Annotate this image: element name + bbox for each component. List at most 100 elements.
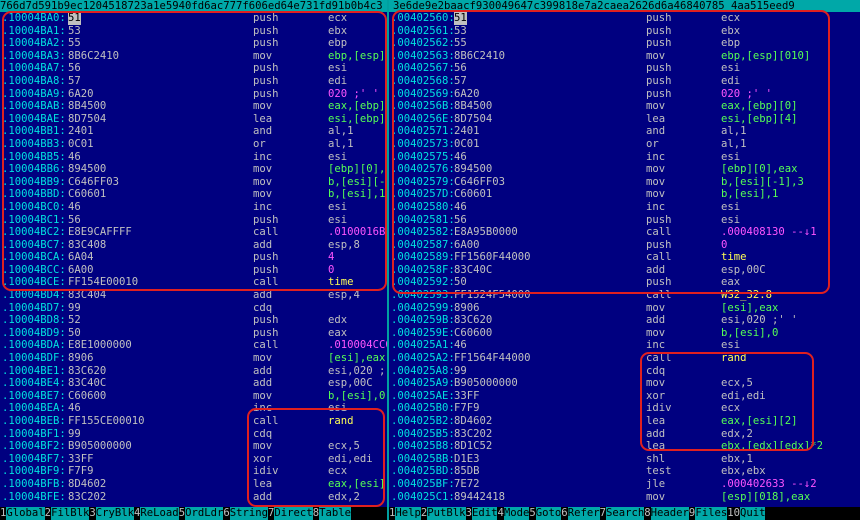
code-row[interactable]: .004025A9: B905000000 mov ecx,5 [389, 377, 860, 390]
code-row[interactable]: .10004BFE: 83C202 add edx,2 [0, 491, 387, 504]
code-row[interactable]: .00402582: E8A95B0000 call .000408130 --↓1 [389, 226, 860, 239]
code-row[interactable]: .10004BA0: 51 push ecx [0, 12, 387, 25]
code-row[interactable]: .00402599: 8906 mov [esi],eax [389, 302, 860, 315]
code-row[interactable]: .00402567: 56 push esi [389, 62, 860, 75]
code-row[interactable]: .10004BCC: 6A00 push 0 [0, 264, 387, 277]
function-key-goto[interactable]: 5Goto [529, 507, 562, 520]
code-row[interactable]: .10004BB3: 0C01 or al,1 [0, 138, 387, 151]
code-row[interactable]: .00402580: 46 inc esi [389, 201, 860, 214]
function-key-putblk[interactable]: 2PutBlk [420, 507, 466, 520]
code-row[interactable]: .00402581: 56 push esi [389, 214, 860, 227]
code-row[interactable]: .004025BF: 7E72 jle .000402633 --↓2 [389, 478, 860, 491]
code-row[interactable]: .10004BC1: 56 push esi [0, 214, 387, 227]
code-row[interactable]: .00402568: 57 push edi [389, 75, 860, 88]
function-key-global[interactable]: 1Global [0, 507, 45, 520]
code-row[interactable]: .10004BC2: E8E9CAFFFF call .0100016B0 [0, 226, 387, 239]
code-row[interactable]: .00402561: 53 push ebx [389, 25, 860, 38]
code-row[interactable]: .10004BF7: 33FF xor edi,edi [0, 453, 387, 466]
code-row[interactable]: .00402562: 55 push ebp [389, 37, 860, 50]
left-disassembly-pane[interactable]: 766d7d591b9ec1204518723a1e5940fd6ac777f6… [0, 0, 387, 520]
code-row[interactable]: .004025B0: F7F9 idiv ecx [389, 402, 860, 415]
code-row[interactable]: .10004BEA: 46 inc esi [0, 402, 387, 415]
code-row[interactable]: .10004BA3: 8B6C2410 mov ebp,[esp] [0, 50, 387, 63]
function-key-header[interactable]: 8Header [644, 507, 689, 520]
code-row[interactable]: .10004BF2: B905000000 mov ecx,5 [0, 440, 387, 453]
code-row[interactable]: .0040257D: C60601 mov b,[esi],1 [389, 188, 860, 201]
code-row[interactable]: .10004BD9: 50 push eax [0, 327, 387, 340]
code-row[interactable]: .10004BA2: 55 push ebp [0, 37, 387, 50]
function-key-ordldr[interactable]: 5OrdLdr [178, 507, 224, 520]
function-key-cryblk[interactable]: 3CryBlk [89, 507, 135, 520]
function-key-help[interactable]: 1Help [389, 507, 421, 520]
code-row[interactable]: .00402560: 51 push ecx [389, 12, 860, 25]
code-row[interactable]: .004025BB: D1E3 shl ebx,1 [389, 453, 860, 466]
code-row[interactable]: .004025A8: 99 cdq [389, 365, 860, 378]
function-key-direct[interactable]: 7Direct [268, 507, 313, 520]
code-row[interactable]: .004025AE: 33FF xor edi,edi [389, 390, 860, 403]
code-row[interactable]: .00402579: C646FF03 mov b,[esi][-1],3 [389, 176, 860, 189]
code-row[interactable]: .10004BAE: 8D7504 lea esi,[ebp] [0, 113, 387, 126]
code-row[interactable]: .10004BC7: 83C408 add esp,8 [0, 239, 387, 252]
left-code-listing[interactable]: .10004BA0: 51 push ecx .10004BA1: 53 push ebx .1… [0, 12, 387, 503]
code-row[interactable]: .10004BE1: 83C620 add esi,020 ; [0, 365, 387, 378]
code-row[interactable]: .10004BA1: 53 push ebx [0, 25, 387, 38]
code-row[interactable]: .10004BDF: 8906 mov [esi],eax [0, 352, 387, 365]
code-row[interactable]: .10004BD7: 99 cdq [0, 302, 387, 315]
code-row[interactable]: .00402592: 50 push eax [389, 276, 860, 289]
code-row[interactable]: .004025A1: 46 inc esi [389, 339, 860, 352]
right-disassembly-pane[interactable]: 3e6de9e2baacf930049647c399818e7a2caea262… [389, 0, 860, 520]
code-row[interactable]: .004025BD: 85DB test ebx,ebx [389, 465, 860, 478]
code-row[interactable]: .004025B5: 83C202 add edx,2 [389, 428, 860, 441]
code-row[interactable]: .00402593: FF1524F54000 call WS2_32.8 [389, 289, 860, 302]
code-row[interactable]: .10004BCE: FF154E00010 call time [0, 276, 387, 289]
code-row[interactable]: .10004BE7: C60600 mov b,[esi],0 [0, 390, 387, 403]
code-row[interactable]: .004025C1: 89442418 mov [esp][018],eax [389, 491, 860, 504]
code-row[interactable]: .10004BB9: C646FF03 mov b,[esi][- [0, 176, 387, 189]
code-row[interactable]: .00402563: 8B6C2410 mov ebp,[esp][010] [389, 50, 860, 63]
code-row[interactable]: .004025B8: 8D1C52 lea ebx,[edx][edx]*2 [389, 440, 860, 453]
code-row[interactable]: .0040256E: 8D7504 lea esi,[ebp][4] [389, 113, 860, 126]
code-row[interactable]: .10004BAB: 8B4500 mov eax,[ebp] [0, 100, 387, 113]
code-row[interactable]: .10004BBD: C60601 mov b,[esi],1 [0, 188, 387, 201]
right-code-listing[interactable]: .00402560: 51 push ecx .00402561: 53 push ebx .0… [389, 12, 860, 503]
function-key-refer[interactable]: 6Refer [561, 507, 600, 520]
function-key-table[interactable]: 8Table [312, 507, 351, 520]
code-row[interactable]: .00402571: 2401 and al,1 [389, 125, 860, 138]
code-row[interactable]: .00402587: 6A00 push 0 [389, 239, 860, 252]
function-key-search[interactable]: 7Search [599, 507, 645, 520]
function-key-quit[interactable]: 10Quit [727, 507, 766, 520]
code-row[interactable]: .10004BE4: 83C40C add esp,00C [0, 377, 387, 390]
code-row[interactable]: .10004BD4: 83C404 add esp,4 [0, 289, 387, 302]
code-row[interactable]: .00402573: 0C01 or al,1 [389, 138, 860, 151]
code-row[interactable]: .10004BB5: 46 inc esi [0, 151, 387, 164]
code-row[interactable]: .0040258F: 83C40C add esp,00C [389, 264, 860, 277]
code-row[interactable]: .10004BB1: 2401 and al,1 [0, 125, 387, 138]
code-row[interactable]: .00402575: 46 inc esi [389, 151, 860, 164]
code-row[interactable]: .00402576: 894500 mov [ebp][0],eax [389, 163, 860, 176]
function-key-string[interactable]: 6String [223, 507, 269, 520]
code-row[interactable]: .00402589: FF1560F44000 call time [389, 251, 860, 264]
code-row[interactable]: .0040259B: 83C620 add esi,020 ;' ' [389, 314, 860, 327]
code-row[interactable]: .0040259E: C60600 mov b,[esi],0 [389, 327, 860, 340]
function-key-files[interactable]: 9Files [688, 507, 728, 520]
function-key-filblk[interactable]: 2FilBlk [44, 507, 90, 520]
code-row[interactable]: .0040256B: 8B4500 mov eax,[ebp][0] [389, 100, 860, 113]
code-row[interactable]: .10004BA9: 6A20 push 020 ;' ' [0, 88, 387, 101]
function-key-reload[interactable]: 4ReLoad [134, 507, 179, 520]
code-row[interactable]: .10004BF9: F7F9 idiv ecx [0, 465, 387, 478]
code-row[interactable]: .10004BC0: 46 inc esi [0, 201, 387, 214]
code-row[interactable]: .10004BD8: 52 push edx [0, 314, 387, 327]
function-key-mode[interactable]: 4Mode [497, 507, 530, 520]
code-row[interactable]: .004025A2: FF1564F44000 call rand [389, 352, 860, 365]
code-row[interactable]: .00402569: 6A20 push 020 ;' ' [389, 88, 860, 101]
code-row[interactable]: .10004BDA: E8E1000000 call .010004CC0 [0, 339, 387, 352]
code-row[interactable]: .10004BFB: 8D4602 lea eax,[esi] [0, 478, 387, 491]
code-row[interactable]: .10004BEB: FF155CE00010 call rand [0, 415, 387, 428]
code-row[interactable]: .10004BA8: 57 push edi [0, 75, 387, 88]
code-row[interactable]: .10004BA7: 56 push esi [0, 62, 387, 75]
code-row[interactable]: .10004BCA: 6A04 push 4 [0, 251, 387, 264]
code-row[interactable]: .10004BB6: 894500 mov [ebp][0], [0, 163, 387, 176]
code-row[interactable]: .004025B2: 8D4602 lea eax,[esi][2] [389, 415, 860, 428]
function-key-edit[interactable]: 3Edit [465, 507, 498, 520]
code-row[interactable]: .10004BF1: 99 cdq [0, 428, 387, 441]
